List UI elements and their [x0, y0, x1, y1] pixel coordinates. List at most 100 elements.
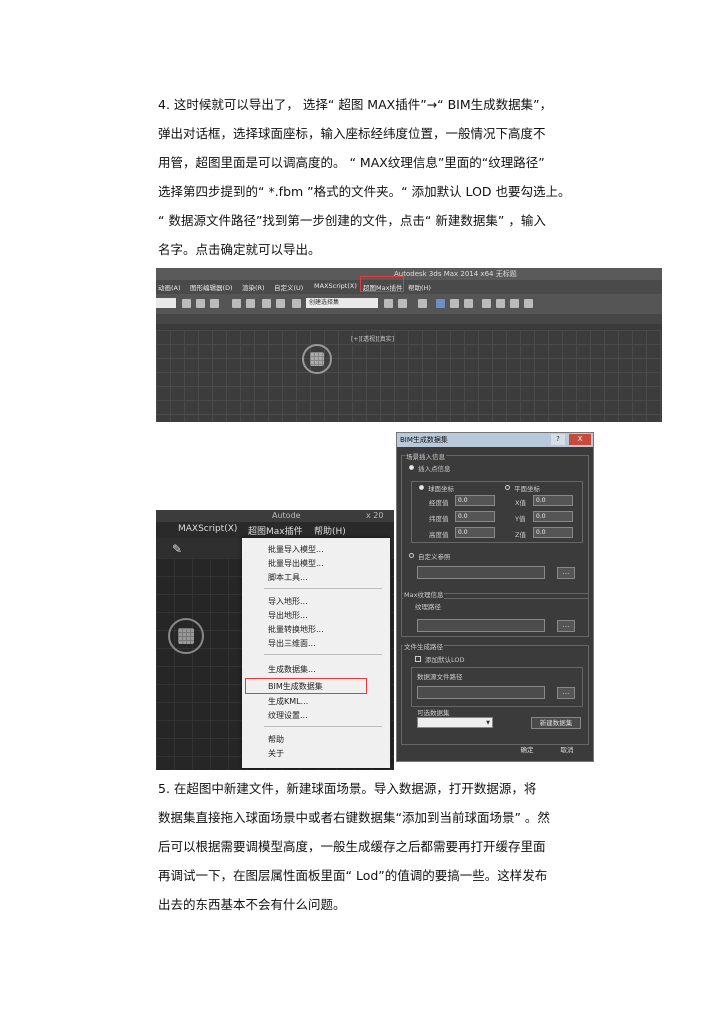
rotate-icon[interactable] [210, 299, 219, 308]
menu-item-batch-export-model[interactable]: 批量导出模型... [268, 558, 324, 569]
radio-plane-coord[interactable] [505, 485, 510, 490]
ok-button[interactable]: 确定 [509, 745, 545, 757]
dataset-combo[interactable]: ▼ [417, 717, 493, 728]
layer-icon[interactable] [418, 299, 427, 308]
render-setup-icon[interactable] [496, 299, 505, 308]
sphere-coord-label: 球面坐标 [428, 485, 454, 493]
step4-line: 4. 这时候就可以导出了， 选择“ 超图 MAX插件”→“ BIM生成数据集”， [158, 97, 553, 112]
photo-app-title: Autode [272, 511, 301, 520]
add-lod-checkbox[interactable] [415, 656, 421, 662]
menu-item-generate-dataset[interactable]: 生成数据集... [268, 664, 316, 675]
menu-graph-editor[interactable]: 图形编辑器(D) [190, 282, 233, 292]
radio-custom-ref[interactable] [409, 553, 414, 558]
source-path-field[interactable] [417, 686, 545, 699]
photo-menubar: MAXScript(X) 超图Max插件 帮助(H) [156, 522, 394, 538]
selection-set-dropdown[interactable]: 创建选择集 [306, 298, 378, 308]
step4-line: 弹出对话框，选择球面座标，输入座标经纬度位置，一般情况下高度不 [158, 126, 546, 141]
highlight-plugin-menu [360, 276, 404, 292]
menu-item-export-3d-face[interactable]: 导出三维面... [268, 638, 316, 649]
viewport-label[interactable]: [+][透视][真实] [351, 334, 394, 343]
photo-titlebar: Autode x 20 [156, 510, 394, 522]
spinner-snap-icon[interactable] [276, 299, 285, 308]
radio-sphere-coord[interactable] [419, 485, 424, 490]
snap-icon[interactable] [232, 299, 241, 308]
step4-line: 用管，超图里面是可以调高度的。 “ MAX纹理信息”里面的“纹理路径” [158, 155, 545, 170]
percent-snap-icon[interactable] [262, 299, 271, 308]
source-path-label: 数据源文件路径 [417, 673, 463, 681]
globe-icon [168, 618, 204, 654]
max-menubar-screenshot: Autodesk 3ds Max 2014 x64 无标题 动画(A) 图形编辑… [156, 268, 662, 422]
mirror-icon[interactable] [384, 299, 393, 308]
menu-item-texture-settings[interactable]: 纹理设置... [268, 710, 308, 721]
menu-item-import-terrain[interactable]: 导入地形... [268, 596, 308, 607]
max-viewport[interactable]: [+][透视][真实] [156, 330, 662, 422]
custom-ref-field[interactable] [417, 566, 545, 579]
menu-item-batch-import-model[interactable]: 批量导入模型... [268, 544, 324, 555]
menu-animation[interactable]: 动画(A) [158, 282, 181, 292]
y-field[interactable]: 0.0 [533, 511, 573, 522]
add-lod-label: 添加默认LOD [425, 656, 465, 664]
menu-maxscript[interactable]: MAXScript(X) [314, 282, 357, 290]
select-icon[interactable] [182, 299, 191, 308]
menu-item-generate-kml[interactable]: 生成KML... [268, 696, 308, 707]
angle-snap-icon[interactable] [246, 299, 255, 308]
plane-coord-label: 平面坐标 [514, 485, 540, 493]
plugin-dropdown-menu: 批量导入模型... 批量导出模型... 脚本工具... 导入地形... 导出地形… [242, 538, 390, 768]
highlight-bim-item [245, 678, 367, 694]
menu-item-export-terrain[interactable]: 导出地形... [268, 610, 308, 621]
texture-path-field[interactable] [417, 619, 545, 632]
toolbar-dropdown[interactable] [156, 298, 176, 308]
menu-help[interactable]: 帮助(H) [408, 282, 431, 292]
edit-icon[interactable]: ✎ [172, 542, 182, 556]
photo-app-title-extra: x 20 [366, 511, 384, 520]
align-icon[interactable] [398, 299, 407, 308]
menu-item-about[interactable]: 关于 [268, 748, 284, 759]
render-frame-icon[interactable] [510, 299, 519, 308]
step5-line: 后可以根据需要调模型高度，一般生成缓存之后都需要再打开缓存里面 [158, 839, 546, 854]
graphite-icon[interactable] [436, 299, 445, 308]
move-icon[interactable] [196, 299, 205, 308]
optional-dataset-label: 可选数据集 [417, 709, 450, 717]
max-titlebar: Autodesk 3ds Max 2014 x64 无标题 [156, 268, 662, 280]
group-output-label: 文件生成路径 [403, 641, 444, 651]
chevron-down-icon: ▼ [486, 720, 490, 726]
source-browse-button[interactable]: ... [557, 687, 575, 699]
max-ribbon-strip [156, 314, 662, 324]
new-dataset-button[interactable]: 新建数据集 [531, 717, 581, 729]
help-button[interactable]: ? [551, 434, 565, 445]
menu-supermap-plugin[interactable]: 超图Max插件 [248, 524, 303, 537]
menu-item-help[interactable]: 帮助 [268, 734, 284, 745]
height-label: 高度值 [429, 531, 449, 539]
longitude-field[interactable]: 0.0 [455, 495, 495, 506]
material-editor-icon[interactable] [482, 299, 491, 308]
latitude-field[interactable]: 0.0 [455, 511, 495, 522]
step4-paragraph: 4. 这时候就可以导出了， 选择“ 超图 MAX插件”→“ BIM生成数据集”，… [158, 90, 618, 264]
height-field[interactable]: 0.0 [455, 527, 495, 538]
edit-named-selection-icon[interactable] [292, 299, 301, 308]
menu-item-script-tools[interactable]: 脚本工具... [268, 572, 308, 583]
menu-separator [264, 726, 382, 727]
bim-dataset-dialog: BIM生成数据集 ? X 场景插入信息 插入点信息 球面坐标 平面坐标 经度值 … [396, 432, 594, 762]
schematic-icon[interactable] [464, 299, 473, 308]
radio-insert-point[interactable] [409, 465, 414, 470]
menu-help[interactable]: 帮助(H) [314, 524, 346, 537]
render-icon[interactable] [524, 299, 533, 308]
step5-line: 数据集直接拖入球面场景中或者右键数据集“添加到当前球面场景” 。然 [158, 810, 550, 825]
texture-browse-button[interactable]: ... [557, 620, 575, 632]
x-field[interactable]: 0.0 [533, 495, 573, 506]
close-button[interactable]: X [569, 434, 591, 445]
step4-line: “ 数据源文件路径”找到第一步创建的文件，点击“ 新建数据集” ，输入 [158, 213, 546, 228]
custom-ref-browse-button[interactable]: ... [557, 567, 575, 579]
curve-editor-icon[interactable] [450, 299, 459, 308]
step5-paragraph: 5. 在超图中新建文件，新建球面场景。导入数据源，打开数据源，将 数据集直接拖入… [158, 774, 618, 919]
globe-icon [302, 344, 332, 374]
longitude-label: 经度值 [429, 499, 449, 507]
y-label: Y值 [515, 515, 526, 523]
z-field[interactable]: 0.0 [533, 527, 573, 538]
plugin-menu-screenshot: Autode x 20 MAXScript(X) 超图Max插件 帮助(H) ✎… [156, 510, 394, 770]
menu-item-batch-convert-terrain[interactable]: 批量转换地形... [268, 624, 324, 635]
menu-render[interactable]: 渲染(R) [242, 282, 265, 292]
menu-maxscript[interactable]: MAXScript(X) [178, 524, 237, 534]
menu-customize[interactable]: 自定义(U) [274, 282, 303, 292]
cancel-button[interactable]: 取消 [549, 745, 585, 757]
